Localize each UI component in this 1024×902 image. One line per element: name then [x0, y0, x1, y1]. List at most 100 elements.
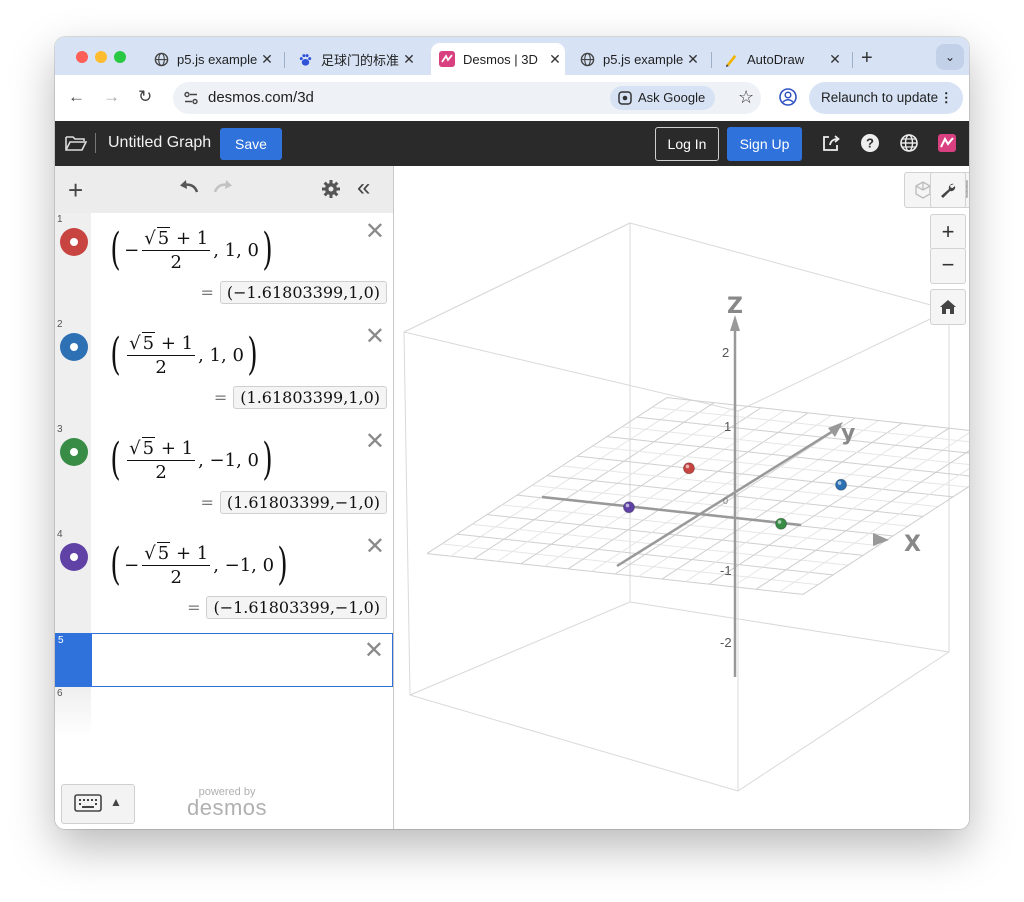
- browser-toolbar: ← → ↻ desmos.com/3d Ask Google ☆ Relaunc…: [55, 75, 969, 121]
- graph-settings-button[interactable]: [930, 172, 966, 208]
- graph-3d-svg[interactable]: X y Z 2 1 -1 -2 0: [394, 166, 969, 829]
- undo-icon[interactable]: [177, 178, 199, 196]
- graph-3d-canvas[interactable]: X y Z 2 1 -1 -2 0: [394, 166, 969, 829]
- bookmark-star-icon[interactable]: ☆: [738, 87, 754, 108]
- expression-result: = (−1.61803399,−1,0): [187, 594, 387, 620]
- redo-icon[interactable]: [213, 178, 235, 196]
- tab-desmos-3d[interactable]: Desmos | 3D ✕: [431, 43, 565, 75]
- grid-line: [606, 436, 969, 477]
- expression-toolbar: + «: [55, 166, 393, 214]
- point-highlight: [625, 503, 630, 508]
- tab-autodraw[interactable]: AutoDraw ✕: [723, 43, 845, 75]
- globe-icon: [153, 51, 169, 67]
- back-arrow-icon[interactable]: ←: [68, 87, 85, 107]
- close-tab-icon[interactable]: ✕: [825, 51, 845, 68]
- z-tick-label: -2: [720, 635, 732, 650]
- point-marker[interactable]: [835, 478, 848, 491]
- z-axis-label: Z: [727, 294, 743, 319]
- settings-gear-icon[interactable]: [321, 179, 341, 199]
- expression-row[interactable]: 1 ✕ ( − √ 5 + 12 , 1, 0 ) = (−1.61803399,1…: [55, 213, 393, 319]
- point-marker[interactable]: [775, 517, 788, 530]
- expression-row[interactable]: 3 ✕ ( √ 5 + 12 , −1, 0 ) = (1.61803399,−1,…: [55, 423, 393, 529]
- language-globe-icon[interactable]: [899, 133, 919, 153]
- caret-up-icon: ▲: [110, 795, 122, 809]
- expression-row[interactable]: 2 ✕ ( √ 5 + 12 , 1, 0 ) = (1.61803399,1,0): [55, 318, 393, 424]
- desmos-logo-icon[interactable]: [937, 133, 957, 153]
- expression-row-active[interactable]: 5 ✕: [55, 633, 393, 687]
- profile-icon[interactable]: [779, 88, 797, 106]
- axes: X y Z 2 1 -1 -2 0: [541, 294, 921, 677]
- point-color-toggle[interactable]: [60, 438, 88, 466]
- wrench-icon: [941, 183, 956, 198]
- z-tick-label: -1: [720, 563, 732, 578]
- expression-result: = (−1.61803399,1,0): [200, 279, 387, 305]
- globe-icon: [579, 51, 595, 67]
- login-button[interactable]: Log In: [655, 127, 719, 161]
- add-expression-plus-icon[interactable]: +: [68, 175, 83, 206]
- graph-title[interactable]: Untitled Graph: [108, 134, 211, 152]
- more-menu-icon[interactable]: ⋮: [940, 82, 954, 114]
- signup-button[interactable]: Sign Up: [727, 127, 802, 161]
- reload-icon[interactable]: ↻: [138, 87, 152, 107]
- save-button[interactable]: Save: [220, 128, 282, 160]
- point-marker[interactable]: [622, 501, 635, 514]
- point-marker[interactable]: [682, 462, 695, 475]
- url-text: desmos.com/3d: [208, 89, 314, 106]
- baidu-paw-icon: [297, 51, 313, 67]
- close-window-button[interactable]: [76, 51, 88, 63]
- new-tab-plus-icon[interactable]: +: [861, 47, 873, 70]
- relaunch-button[interactable]: Relaunch to update ⋮: [809, 82, 963, 114]
- browser-window: p5.js example ✕ 足球门的标准 ✕ Desmos | 3D ✕ p…: [55, 37, 969, 829]
- point-color-toggle[interactable]: [60, 333, 88, 361]
- keyboard-icon: [74, 794, 102, 812]
- close-tab-icon[interactable]: ✕: [257, 51, 277, 68]
- help-icon[interactable]: ?: [860, 133, 880, 153]
- expression-formula[interactable]: ( − √ 5 + 12 , −1, 0 ): [107, 542, 291, 588]
- tab-search-chevron-icon[interactable]: ⌄: [936, 44, 964, 70]
- zoom-out-button[interactable]: −: [930, 248, 966, 284]
- close-tab-icon[interactable]: ✕: [399, 51, 419, 68]
- powered-by-desmos: powered by desmos: [187, 786, 268, 820]
- point-highlight: [685, 464, 690, 469]
- desmos-icon: [439, 51, 455, 67]
- expression-formula[interactable]: ( √ 5 + 12 , 1, 0 ): [107, 332, 261, 378]
- tab-baidu[interactable]: 足球门的标准 ✕: [297, 43, 419, 75]
- collapse-panel-chevron-icon[interactable]: «: [357, 174, 371, 202]
- minimize-window-button[interactable]: [95, 51, 107, 63]
- autodraw-pen-icon: [723, 51, 739, 67]
- delete-expression-icon[interactable]: ✕: [365, 322, 385, 351]
- z-tick-label: 2: [722, 345, 729, 360]
- delete-expression-icon[interactable]: ✕: [365, 427, 385, 456]
- delete-expression-icon[interactable]: ✕: [365, 217, 385, 246]
- zoom-in-button[interactable]: +: [930, 214, 966, 250]
- tab-p5js-1[interactable]: p5.js example ✕: [153, 43, 277, 75]
- address-bar[interactable]: desmos.com/3d Ask Google ☆: [173, 82, 761, 114]
- site-settings-icon[interactable]: [183, 90, 199, 106]
- expression-formula[interactable]: ( √ 5 + 12 , −1, 0 ): [107, 437, 276, 483]
- point-color-toggle[interactable]: [60, 543, 88, 571]
- home-icon: [940, 300, 956, 314]
- point-highlight: [837, 481, 842, 485]
- ask-google-button[interactable]: Ask Google: [610, 86, 716, 110]
- bounding-box: [403, 222, 950, 792]
- share-icon[interactable]: [821, 133, 841, 153]
- keyboard-toggle-button[interactable]: ▲: [61, 784, 135, 824]
- forward-arrow-icon[interactable]: →: [103, 87, 120, 107]
- maximize-window-button[interactable]: [114, 51, 126, 63]
- tab-p5js-2[interactable]: p5.js example ✕: [579, 43, 703, 75]
- lens-icon: [618, 91, 632, 105]
- home-view-button[interactable]: [930, 289, 966, 325]
- close-tab-icon[interactable]: ✕: [545, 51, 565, 68]
- folder-open-icon[interactable]: [65, 133, 87, 153]
- expression-formula[interactable]: ( − √ 5 + 12 , 1, 0 ): [107, 227, 276, 273]
- point-color-toggle[interactable]: [60, 228, 88, 256]
- svg-text:?: ?: [866, 136, 874, 151]
- delete-expression-icon[interactable]: ✕: [365, 532, 385, 561]
- y-axis-label: y: [841, 421, 855, 446]
- expression-row-empty[interactable]: 6: [55, 687, 393, 737]
- point-highlight: [777, 520, 782, 524]
- close-tab-icon[interactable]: ✕: [683, 51, 703, 68]
- expression-row[interactable]: 4 ✕ ( − √ 5 + 12 , −1, 0 ) = (−1.61803399,…: [55, 528, 393, 634]
- expression-result: = (1.61803399,−1,0): [200, 489, 387, 515]
- delete-expression-icon[interactable]: ✕: [364, 636, 384, 665]
